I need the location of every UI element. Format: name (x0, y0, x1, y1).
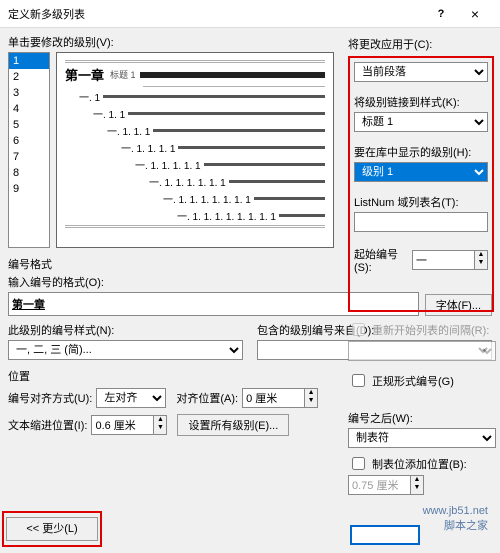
level-item[interactable]: 2 (9, 69, 49, 85)
preview-pane: 第一章标题 1 一. 1 一. 1. 1 一. 1. 1. 1 一. 1. 1.… (56, 52, 334, 248)
ok-button-edge[interactable] (350, 525, 420, 545)
preview-l1: 第一章 (65, 65, 104, 84)
level-item[interactable]: 8 (9, 165, 49, 181)
restart-select (348, 341, 496, 361)
legal-label: 正规形式编号(G) (372, 373, 454, 389)
indent-spinner[interactable]: ▲▼ (91, 415, 167, 435)
listnum-input[interactable] (354, 212, 488, 232)
level-item[interactable]: 6 (9, 133, 49, 149)
level-item[interactable]: 9 (9, 181, 49, 197)
click-level-label: 单击要修改的级别(V): (8, 34, 114, 50)
level-item[interactable]: 4 (9, 101, 49, 117)
gallery-level-label: 要在库中显示的级别(H): (354, 144, 488, 160)
gallery-level-select[interactable]: 级别 1 (354, 162, 488, 182)
preview-l4: 一. 1. 1. 1 (107, 123, 150, 138)
align-at-spinner[interactable]: ▲▼ (242, 388, 318, 408)
level-item[interactable]: 7 (9, 149, 49, 165)
indent-label: 文本缩进位置(I): (8, 417, 87, 433)
watermark: www.jb51.net 脚本之家 (423, 505, 488, 533)
num-style-select[interactable]: 一, 二, 三 (简)... (8, 340, 243, 360)
preview-l6: 一. 1. 1. 1. 1. 1 (135, 157, 201, 172)
tab-add-checkbox[interactable] (352, 457, 365, 470)
align-select[interactable]: 左对齐 (96, 388, 166, 408)
help-button[interactable]: ? (424, 2, 458, 26)
restart-checkbox (352, 323, 365, 336)
level-item[interactable]: 1 (9, 53, 49, 69)
preview-l5: 一. 1. 1. 1. 1 (121, 140, 175, 155)
tab-add-label: 制表位添加位置(B): (372, 456, 467, 472)
legal-checkbox[interactable] (352, 374, 365, 387)
title-bar: 定义新多级列表 ? × (0, 0, 500, 28)
apply-to-select[interactable]: 当前段落 (354, 62, 488, 82)
close-button[interactable]: × (458, 2, 492, 26)
level-item[interactable]: 5 (9, 117, 49, 133)
num-style-label: 此级别的编号样式(N): (8, 322, 243, 338)
follow-label: 编号之后(W): (348, 410, 496, 426)
preview-l2: 一. 1 (79, 89, 100, 104)
tab-add-spinner[interactable]: ▲▼ (348, 475, 438, 495)
start-at-label: 起始编号(S): (354, 246, 406, 274)
window-title: 定义新多级列表 (8, 6, 424, 22)
apply-to-label: 将更改应用于(C): (348, 36, 496, 52)
align-at-label: 对齐位置(A): (176, 390, 238, 406)
preview-l1-style: 标题 1 (110, 68, 136, 81)
set-all-levels-button[interactable]: 设置所有级别(E)... (177, 414, 289, 436)
restart-label: 重新开始列表的间隔(R): (372, 322, 489, 338)
preview-l7: 一. 1. 1. 1. 1. 1. 1 (149, 174, 226, 189)
listnum-label: ListNum 域列表名(T): (354, 194, 488, 210)
link-style-select[interactable]: 标题 1 (354, 112, 488, 132)
level-item[interactable]: 3 (9, 85, 49, 101)
follow-select[interactable]: 制表符 (348, 428, 496, 448)
preview-l9: 一. 1. 1. 1. 1. 1. 1. 1. 1 (177, 208, 276, 223)
preview-l8: 一. 1. 1. 1. 1. 1. 1. 1 (163, 191, 251, 206)
highlight-box-right: 当前段落 将级别链接到样式(K): 标题 1 要在库中显示的级别(H): 级别 … (348, 56, 494, 312)
highlight-box-less (2, 511, 102, 547)
align-label: 编号对齐方式(U): (8, 390, 92, 406)
level-listbox[interactable]: 1 2 3 4 5 6 7 8 9 (8, 52, 50, 248)
preview-l3: 一. 1. 1 (93, 106, 125, 121)
start-at-spinner[interactable]: ▲▼ (412, 250, 488, 270)
link-style-label: 将级别链接到样式(K): (354, 94, 488, 110)
